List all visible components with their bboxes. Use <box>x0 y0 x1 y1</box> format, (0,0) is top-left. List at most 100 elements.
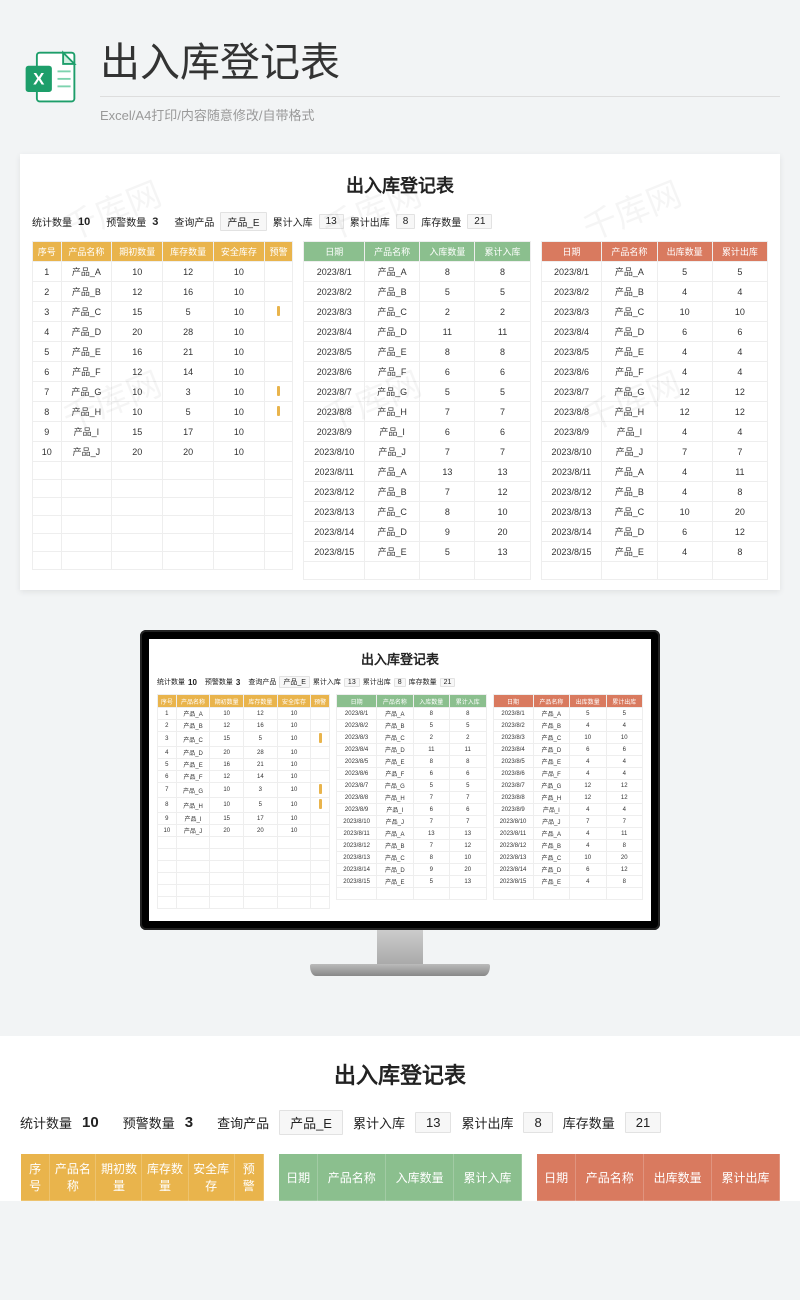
table-row <box>33 534 293 552</box>
cell: 产品_E <box>377 876 413 888</box>
col-header: 累计入库 <box>475 242 530 262</box>
cell: 产品_D <box>377 744 413 756</box>
table-row: 2023/8/4产品_D1111 <box>304 322 530 342</box>
table-row: 2023/8/7产品_G55 <box>337 780 486 792</box>
stat-in-label: 累计入库 <box>353 1113 405 1132</box>
cell: 产品_B <box>533 840 569 852</box>
cell: 2 <box>475 302 530 322</box>
cell: 2023/8/1 <box>304 262 365 282</box>
cell: 产品_I <box>365 422 420 442</box>
cell: 11 <box>413 744 449 756</box>
stat-stock-label: 库存数量 <box>421 214 461 229</box>
cell: 12 <box>163 262 214 282</box>
table-row: 7产品_G10310 <box>158 783 330 798</box>
cell: 5 <box>163 302 214 322</box>
table-row <box>158 849 330 861</box>
cell: 4 <box>657 462 712 482</box>
cell <box>33 498 62 516</box>
header-only-table: 日期产品名称入库数量累计入库 <box>278 1153 522 1201</box>
col-header: 出库数量 <box>657 242 712 262</box>
cell: 4 <box>657 362 712 382</box>
cell: 2023/8/11 <box>541 462 602 482</box>
cell: 5 <box>413 780 449 792</box>
table-row <box>337 888 486 900</box>
cell: 产品_B <box>365 282 420 302</box>
cell <box>158 849 177 861</box>
stat-in-val: 13 <box>415 1112 451 1133</box>
table-row: 3产品_C15510 <box>158 732 330 747</box>
cell: 4 <box>570 876 606 888</box>
table-row: 2023/8/6产品_F66 <box>337 768 486 780</box>
cell <box>112 498 163 516</box>
warn-cell <box>264 302 293 322</box>
cell: 产品_D <box>365 522 420 542</box>
cell: 2023/8/9 <box>304 422 365 442</box>
cell <box>33 534 62 552</box>
table-row: 2023/8/12产品_B48 <box>493 840 642 852</box>
cell: 2023/8/5 <box>304 342 365 362</box>
cell: 2023/8/4 <box>304 322 365 342</box>
cell <box>112 516 163 534</box>
cell: 7 <box>33 382 62 402</box>
table-row: 2023/8/8产品_H1212 <box>493 792 642 804</box>
cell <box>210 837 244 849</box>
cell: 产品_D <box>533 864 569 876</box>
table-row: 2023/8/8产品_H1212 <box>541 402 767 422</box>
cell <box>365 562 420 580</box>
cell: 8 <box>606 876 642 888</box>
data-table: 序号产品名称期初数量库存数量安全库存预警1产品_A1012102产品_B1216… <box>157 694 330 909</box>
cell: 2023/8/10 <box>493 816 533 828</box>
cell: 12 <box>112 362 163 382</box>
stat-in-label: 累计入库 <box>273 214 313 229</box>
warn-cell <box>311 813 330 825</box>
cell: 产品_I <box>602 422 657 442</box>
cell: 16 <box>244 720 278 732</box>
stat-in-val: 13 <box>319 214 344 229</box>
table-row: 2023/8/14产品_D612 <box>541 522 767 542</box>
cell: 8 <box>413 852 449 864</box>
stat-out-val: 8 <box>394 678 406 687</box>
cell: 2023/8/8 <box>541 402 602 422</box>
cell <box>337 888 377 900</box>
cell: 2023/8/3 <box>337 732 377 744</box>
cell: 6 <box>420 362 475 382</box>
cell <box>264 534 293 552</box>
cell: 12 <box>712 522 767 542</box>
cell: 8 <box>413 708 449 720</box>
cell: 20 <box>712 502 767 522</box>
cell: 产品_J <box>377 816 413 828</box>
cell <box>277 873 311 885</box>
cell: 3 <box>244 783 278 798</box>
cell: 产品_H <box>377 792 413 804</box>
cell: 产品_D <box>602 322 657 342</box>
stat-row: 统计数量 10 预警数量 3 查询产品 产品_E 累计入库 13 累计出库 8 … <box>32 212 768 231</box>
cell <box>158 861 177 873</box>
cell <box>311 873 330 885</box>
cell: 2023/8/10 <box>304 442 365 462</box>
cell: 2023/8/2 <box>304 282 365 302</box>
cell <box>277 861 311 873</box>
cell: 2023/8/11 <box>304 462 365 482</box>
warn-cell <box>311 747 330 759</box>
cell: 16 <box>210 759 244 771</box>
cell: 产品_E <box>377 756 413 768</box>
data-table: 日期产品名称入库数量累计入库2023/8/1产品_A882023/8/2产品_B… <box>336 694 486 900</box>
cell: 13 <box>475 542 530 562</box>
cell <box>158 837 177 849</box>
cell: 12 <box>606 864 642 876</box>
cell: 2023/8/11 <box>337 828 377 840</box>
cell: 产品_J <box>533 816 569 828</box>
cell: 11 <box>450 744 486 756</box>
table-row: 2023/8/13产品_C1020 <box>493 852 642 864</box>
cell: 8 <box>475 262 530 282</box>
cell: 10 <box>214 322 265 342</box>
cell: 产品_A <box>176 708 210 720</box>
sheet-title: 出入库登记表 <box>20 1058 780 1090</box>
col-header: 产品名称 <box>533 695 569 708</box>
cell: 9 <box>158 813 177 825</box>
cell: 产品_E <box>602 542 657 562</box>
cell: 2023/8/2 <box>493 720 533 732</box>
table-row: 2023/8/15产品_E513 <box>304 542 530 562</box>
cell: 11 <box>712 462 767 482</box>
cell: 20 <box>450 864 486 876</box>
